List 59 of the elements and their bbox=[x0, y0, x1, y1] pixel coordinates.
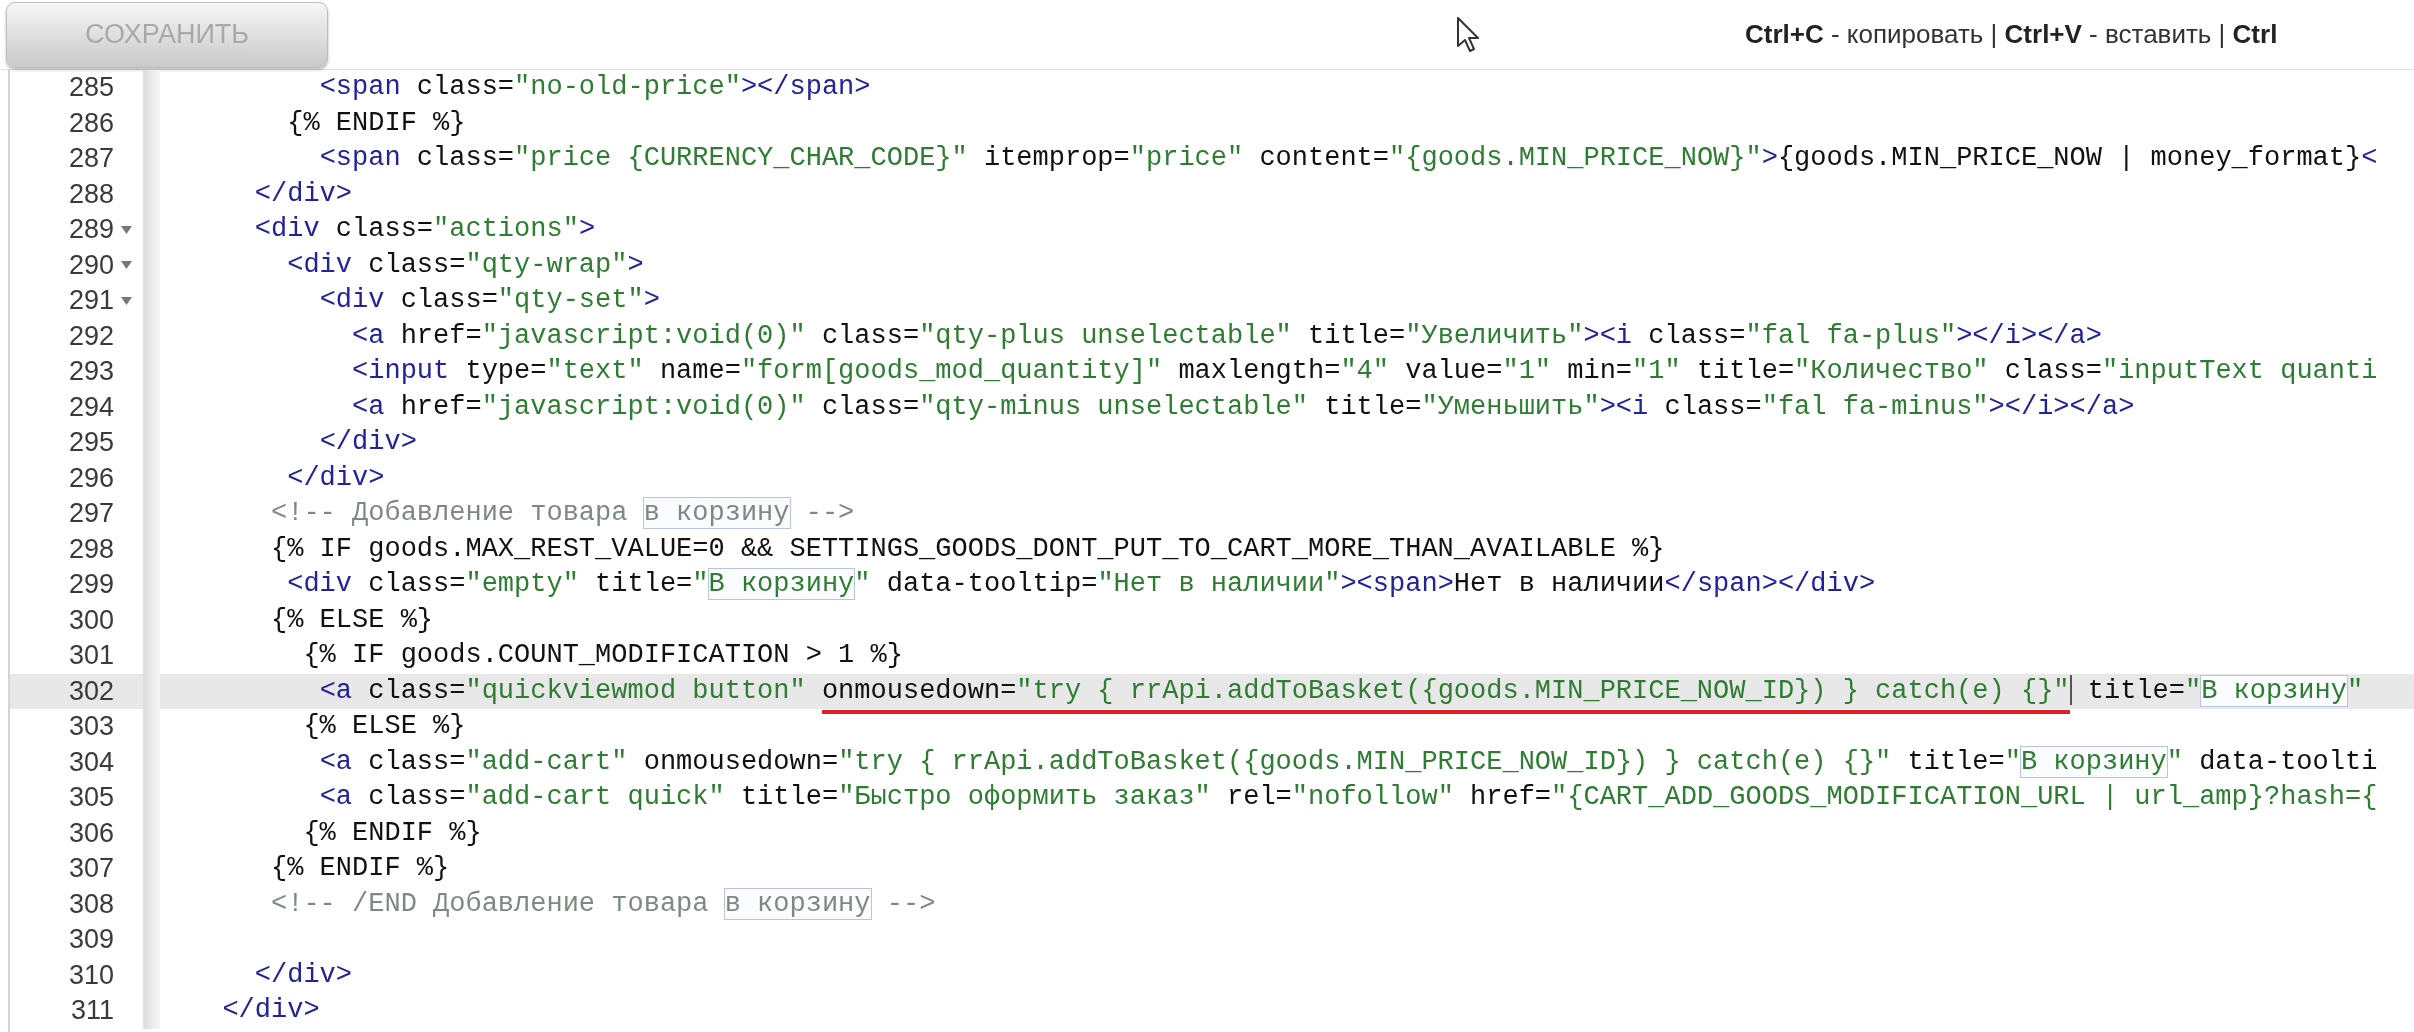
code-line: <a href="javascript:void(0)" class="qty-minus unselectable" title="Уменьшить"><i class="fal fa-minus"></i></a> bbox=[352, 390, 2135, 424]
code-line: <!-- /END Добавление товара в корзину --> bbox=[271, 887, 936, 921]
line-number: 288 bbox=[68, 178, 114, 210]
code-line: </div> bbox=[254, 958, 353, 992]
line-number: 305 bbox=[68, 782, 114, 814]
line-number: 295 bbox=[68, 427, 114, 459]
line-number: 292 bbox=[68, 320, 114, 352]
fold-caret-icon[interactable] bbox=[120, 225, 132, 234]
code-line: <div class="qty-set"> bbox=[319, 284, 660, 317]
line-number: 290 bbox=[68, 249, 114, 281]
code-line: {% ELSE %} bbox=[303, 710, 466, 743]
code-line: </div> bbox=[254, 177, 353, 211]
code-line: <div class="qty-wrap"> bbox=[287, 248, 644, 282]
code-line: {% ENDIF %} bbox=[303, 816, 482, 850]
line-number: 311 bbox=[70, 995, 114, 1027]
line-number: 285 bbox=[68, 72, 114, 104]
code-line: <div class="empty" title="В корзину" data-tooltip="Нет в наличии"><span>Нет в наличии</span></div> bbox=[287, 568, 1876, 601]
line-number: 286 bbox=[68, 107, 114, 139]
code-line: {% IF goods.MAX_REST_VALUE=0 && SETTINGS_GOODS_DONT_PUT_TO_CART_MORE_THAN_AVAILABLE %} bbox=[271, 532, 1665, 566]
text-cursor bbox=[2069, 675, 2072, 706]
code-line: <span class="price {CURRENCY_CHAR_CODE}" itemprop="price" content="{goods.MIN_PRICE_NOW}">{goods.MIN_PRICE_NOW | money_format}< bbox=[319, 142, 2378, 175]
line-number: 298 bbox=[68, 533, 114, 565]
fold-caret-icon[interactable] bbox=[120, 261, 132, 270]
line-number: 310 bbox=[68, 959, 114, 991]
code-line: </div> bbox=[319, 426, 417, 459]
line-number: 291 bbox=[68, 285, 114, 317]
fold-caret-icon[interactable] bbox=[120, 296, 132, 305]
line-number: 306 bbox=[68, 817, 114, 849]
code-line: </div> bbox=[222, 994, 320, 1027]
line-number: 303 bbox=[68, 711, 114, 743]
code-line: <span class="no-old-price"></span> bbox=[319, 71, 871, 104]
code-line: {% ELSE %} bbox=[271, 603, 434, 637]
line-number: 302 bbox=[68, 675, 114, 707]
code-line: <div class="actions"> bbox=[254, 213, 596, 246]
line-number: 293 bbox=[68, 356, 114, 388]
line-number: 307 bbox=[68, 853, 114, 885]
line-number: 301 bbox=[68, 640, 114, 672]
line-number: 304 bbox=[68, 746, 114, 778]
line-number: 300 bbox=[68, 604, 114, 636]
line-number: 296 bbox=[68, 462, 114, 494]
code-line: <a class="add-cart" onmousedown="try { rrApi.addToBasket({goods.MIN_PRICE_NOW_ID}) } catch(e) {}" title="В корзину" data-toolti bbox=[319, 745, 2378, 779]
code-line: {% ENDIF %} bbox=[287, 106, 466, 140]
shortcut-hint: Ctrl+C - копировать | Ctrl+V - вставить | Ctrl bbox=[1745, 19, 2278, 50]
code-line: <a class="add-cart quick" title="Быстро оформить заказ" rel="nofollow" href="{CART_ADD_GOODS_MODIFICATION_URL | url_amp}?hash={ bbox=[319, 781, 2378, 814]
mouse-pointer-icon bbox=[1456, 15, 1482, 54]
line-number: 308 bbox=[68, 888, 114, 920]
code-line: {% ENDIF %} bbox=[271, 852, 450, 885]
line-number: 299 bbox=[68, 569, 114, 601]
line-number: 309 bbox=[68, 924, 114, 956]
code-line: <!-- Добавление товара в корзину --> bbox=[271, 497, 855, 530]
line-number: 297 bbox=[68, 498, 114, 530]
line-number: 294 bbox=[68, 391, 114, 423]
code-line: <a href="javascript:void(0)" class="qty-plus unselectable" title="Увеличить"><i class="fal fa-plus"></i></a> bbox=[352, 319, 2102, 353]
line-number: 289 bbox=[68, 214, 114, 246]
line-number: 287 bbox=[68, 143, 114, 175]
code-line: {% IF goods.COUNT_MODIFICATION > 1 %} bbox=[303, 639, 903, 672]
code-line: </div> bbox=[287, 461, 385, 495]
code-line: <a class="quickviewmod button" onmousedown="try { rrApi.addToBasket({goods.MIN_PRICE_NOW_ID}) } catch(e) {}" title="В корзину" bbox=[319, 673, 2364, 709]
code-line: <input type="text" name="form[goods_mod_quantity]" maxlength="4" value="1" min="1" title="Количество" class="inputText quanti bbox=[352, 355, 2378, 388]
